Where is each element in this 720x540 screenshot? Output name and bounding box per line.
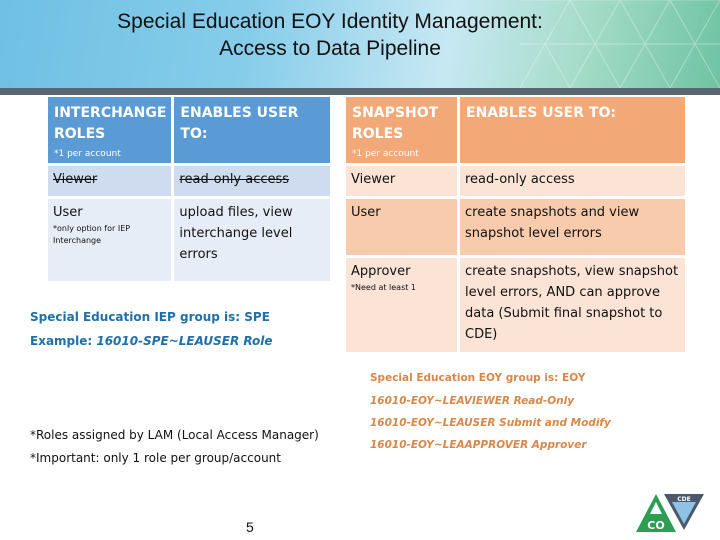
role-permissions: read-only access xyxy=(465,172,575,187)
role-cell: Viewer xyxy=(346,166,457,196)
eoy-role-viewer: 16010-EOY~LEAVIEWER Read-Only xyxy=(370,395,575,407)
eoy-role-approver: 16010-EOY~LEAAPPROVER Approver xyxy=(370,439,587,451)
header-banner: Special Education EOY Identity Managemen… xyxy=(0,0,720,88)
eoy-role-user: 16010-EOY~LEAUSER Submit and Modify xyxy=(370,417,611,429)
role-permissions: create snapshots and view snapshot level… xyxy=(465,205,640,241)
header-cell-role: SNAPSHOT ROLES *1 per account xyxy=(346,97,457,163)
role-cell: User *only option for IEP Interchange xyxy=(48,199,172,281)
enables-cell: create snapshots, view snapshot level er… xyxy=(460,258,685,352)
role-permissions: upload files, view interchange level err… xyxy=(179,205,293,262)
snapshot-roles-table: SNAPSHOT ROLES *1 per account ENABLES US… xyxy=(343,94,688,355)
role-cell: Viewer xyxy=(48,166,172,196)
iep-example: Example: 16010-SPE~LEAUSER Role xyxy=(30,334,273,348)
iep-example-label: Example: xyxy=(30,334,97,348)
interchange-roles-table: INTERCHANGE ROLES *1 per account ENABLES… xyxy=(45,94,333,284)
enables-cell: upload files, view interchange level err… xyxy=(174,199,330,281)
title-line-2: Access to Data Pipeline xyxy=(219,37,441,60)
header-enables-label: ENABLES USER TO: xyxy=(180,105,299,142)
eoy-group-note: Special Education EOY group is: EOY xyxy=(370,372,586,384)
role-name: Viewer xyxy=(53,172,98,187)
table-row: Viewer read-only access xyxy=(48,166,330,196)
table-header-row: SNAPSHOT ROLES *1 per account ENABLES US… xyxy=(346,97,685,163)
role-note: *only option for IEP Interchange xyxy=(53,224,131,245)
table-header-row: INTERCHANGE ROLES *1 per account ENABLES… xyxy=(48,97,330,163)
table-row: User create snapshots and view snapshot … xyxy=(346,199,685,255)
header-enables-label: ENABLES USER TO: xyxy=(466,105,616,121)
header-role-note: *1 per account xyxy=(352,149,419,159)
header-cell-enables: ENABLES USER TO: xyxy=(460,97,685,163)
header-role-label: INTERCHANGE ROLES xyxy=(54,105,167,142)
footnote-lam: *Roles assigned by LAM (Local Access Man… xyxy=(30,428,319,442)
enables-cell: create snapshots and view snapshot level… xyxy=(460,199,685,255)
role-cell: Approver *Need at least 1 xyxy=(346,258,457,352)
cde-text: CDE xyxy=(677,496,690,503)
role-permissions: create snapshots, view snapshot level er… xyxy=(465,264,679,342)
role-name: User xyxy=(53,205,83,220)
co-text: CO xyxy=(647,519,664,532)
iep-group-note: Special Education IEP group is: SPE xyxy=(30,310,270,324)
footnote-important: *Important: only 1 role per group/accoun… xyxy=(30,451,281,465)
table-row: Approver *Need at least 1 create snapsho… xyxy=(346,258,685,352)
role-name: Approver xyxy=(351,264,411,279)
role-cell: User xyxy=(346,199,457,255)
enables-cell: read-only access xyxy=(460,166,685,196)
title-line-1: Special Education EOY Identity Managemen… xyxy=(117,10,543,33)
header-cell-role: INTERCHANGE ROLES *1 per account xyxy=(48,97,172,163)
page-title: Special Education EOY Identity Managemen… xyxy=(0,8,660,62)
role-name: User xyxy=(351,205,381,220)
role-note: *Need at least 1 xyxy=(351,283,417,292)
iep-example-value: 16010-SPE~LEAUSER Role xyxy=(96,334,273,348)
table-row: User *only option for IEP Interchange up… xyxy=(48,199,330,281)
header-role-label: SNAPSHOT ROLES xyxy=(352,105,439,142)
header-cell-enables: ENABLES USER TO: xyxy=(174,97,330,163)
role-permissions: read-only access xyxy=(179,172,290,187)
cde-logo-icon: CO CDE xyxy=(636,494,704,532)
enables-cell: read-only access xyxy=(174,166,330,196)
header-role-note: *1 per account xyxy=(54,149,121,159)
role-name: Viewer xyxy=(351,172,396,187)
table-row: Viewer read-only access xyxy=(346,166,685,196)
page-number: 5 xyxy=(246,519,254,535)
